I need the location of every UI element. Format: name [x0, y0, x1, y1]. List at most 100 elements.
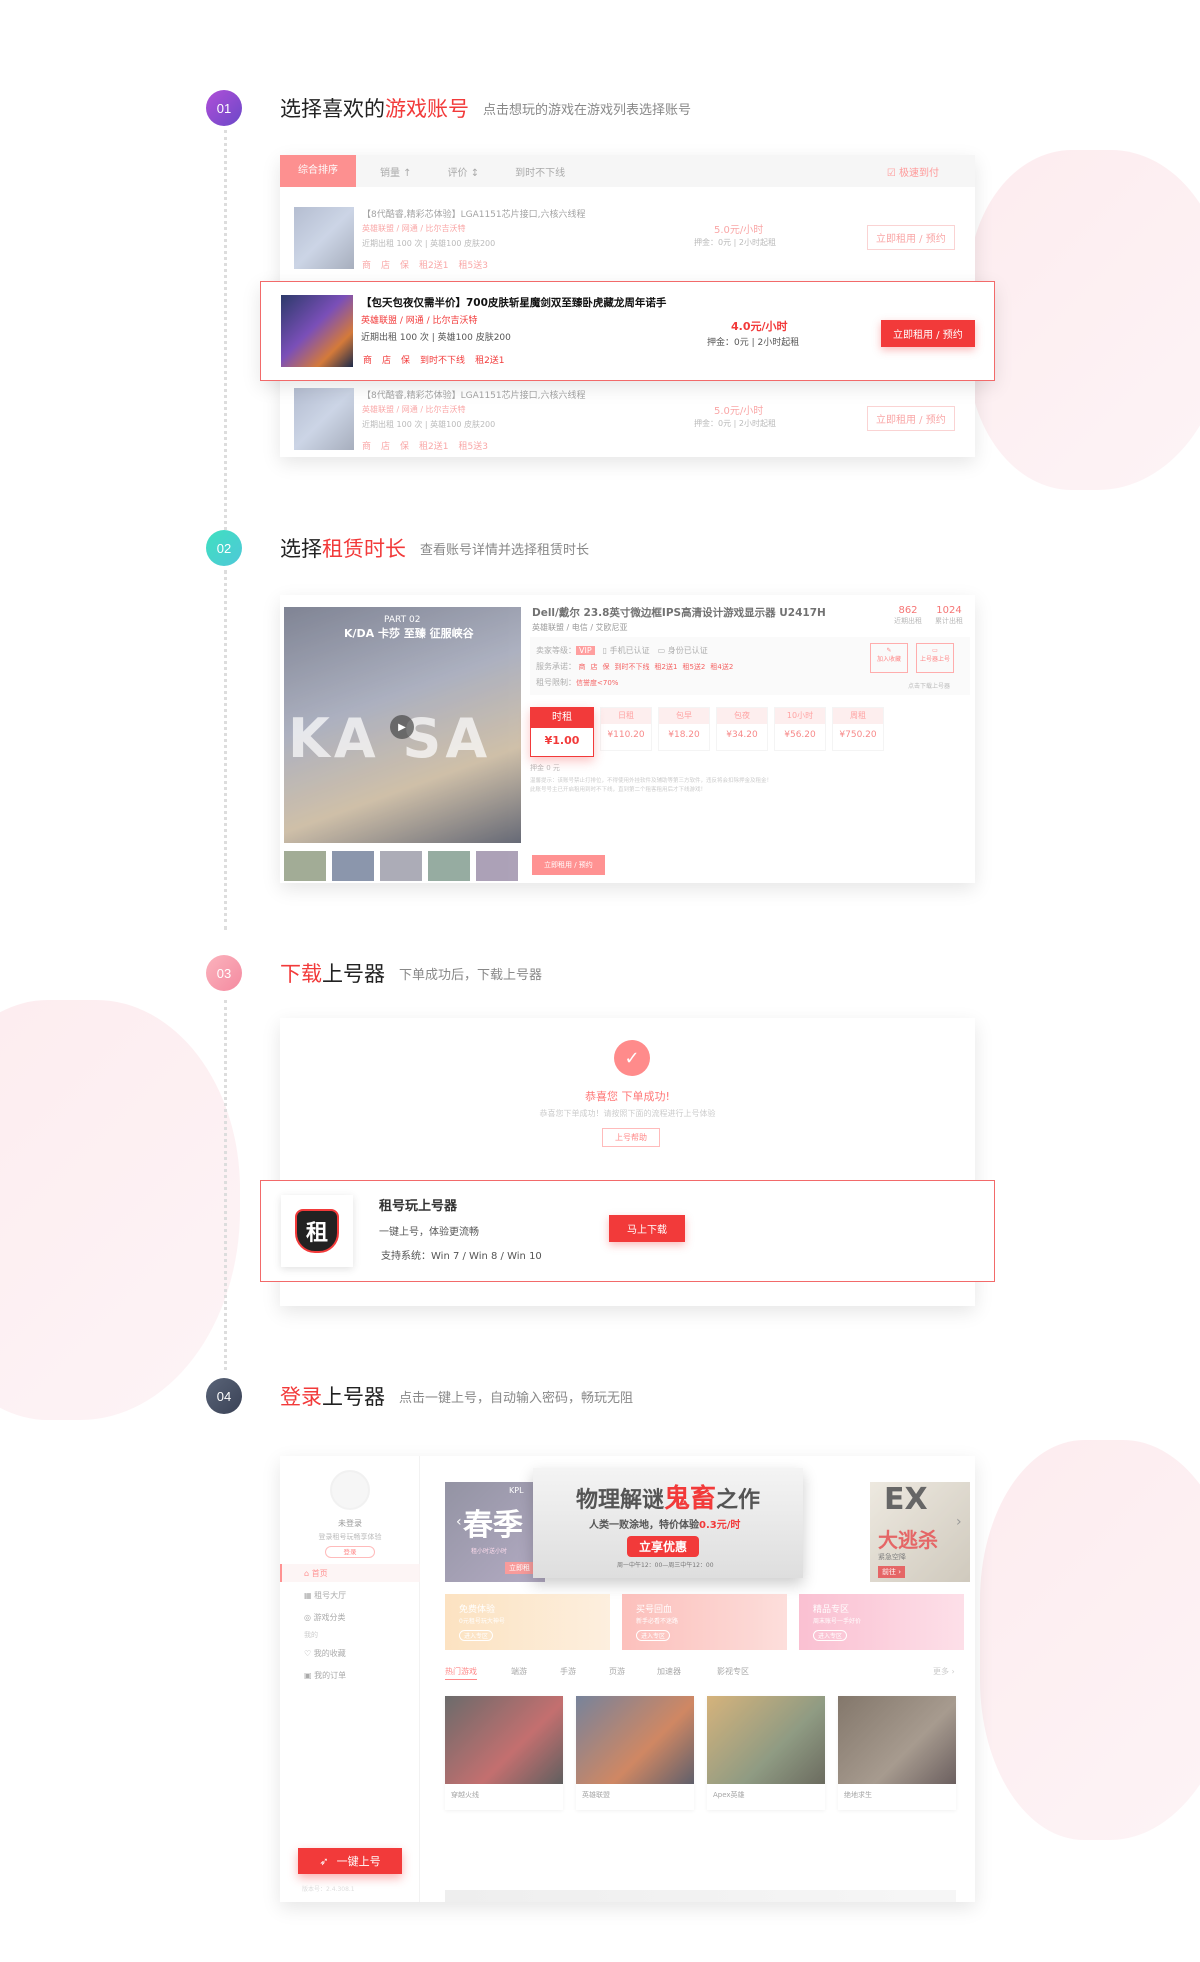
more-link[interactable]: 更多 › — [933, 1666, 955, 1677]
tips-text: 温馨提示：该账号禁止打排位，不得使用外挂软件及辅助等第三方软件，违反将会扣除押金… — [530, 778, 773, 793]
app-name: 租号玩上号器 — [379, 1199, 458, 1214]
logo-shield-icon: 租 — [295, 1209, 339, 1253]
item-deposit: 押金：0元 | 2小时起租 — [694, 238, 776, 247]
nav-orders[interactable]: ▣ 我的订单 — [304, 1670, 346, 1681]
promo-card-3[interactable]: 精品专区 周末账号一手好价 进入专区 — [799, 1594, 964, 1650]
step-1-header: 01 选择喜欢的游戏账号 点击想玩的游戏在游戏列表选择账号 — [206, 90, 691, 126]
monitor-icon: ▭ — [932, 647, 938, 654]
step-4-number: 04 — [206, 1378, 242, 1414]
sort-tab-online[interactable]: 到时不下线 — [515, 164, 565, 179]
one-click-launch-button[interactable]: ➶ 一键上号 — [298, 1848, 402, 1874]
game-cover — [445, 1696, 563, 1784]
tab-pc[interactable]: 端游 — [511, 1666, 527, 1677]
vip-badge: VIP — [576, 646, 595, 655]
step-3-number: 03 — [206, 955, 242, 991]
step-3-subtitle: 下单成功后，下载上号器 — [399, 967, 543, 983]
step-4-subtitle: 点击一键上号，自动输入密码，畅玩无阻 — [399, 1390, 634, 1406]
thumbnail[interactable] — [284, 851, 326, 881]
stat-total: 1024 累计出租 — [935, 605, 963, 625]
game-cover — [707, 1696, 825, 1784]
nav-home[interactable]: ⌂ 首页 — [280, 1564, 420, 1582]
step-1-subtitle: 点击想玩的游戏在游戏列表选择账号 — [483, 102, 692, 118]
price-option-hourly[interactable]: 时租 ¥1.00 — [530, 707, 594, 757]
rocket-icon: ➶ — [319, 1854, 329, 1868]
nav-hall[interactable]: ▦ 租号大厅 — [304, 1590, 346, 1601]
item-tags: 商店保租2送1 租5送3 — [362, 442, 488, 452]
banner-prev-icon[interactable]: ‹ — [456, 1514, 462, 1530]
nav-favorites[interactable]: ♡ 我的收藏 — [304, 1648, 346, 1659]
play-icon[interactable]: ▶ — [390, 715, 414, 739]
sort-tab-sales[interactable]: 销量 ↑ — [380, 164, 412, 179]
list-item-highlighted[interactable]: 【包天包夜仅需半价】700皮肤斩星魔剑双至臻卧虎藏龙周年诺手 英雄联盟 / 网通… — [260, 281, 995, 381]
tab-video[interactable]: 影视专区 — [717, 1666, 749, 1677]
banner-center[interactable]: 物理解谜鬼畜之作 人类一败涂地，特价体验0.3元/时 立享优惠 周一中午12：0… — [533, 1468, 803, 1578]
thumbnail[interactable] — [476, 851, 518, 881]
promo-card-2[interactable]: 买号回血 新手必看不迷路 进入专区 — [622, 1594, 787, 1650]
account-detail-card: PART 02 K/DA 卡莎 至臻 征服峡谷 KA SA ▶ Dell/戴尔 … — [280, 595, 975, 883]
game-tile[interactable]: Apex英雄 — [707, 1696, 825, 1810]
version-text: 版本号：2.4.308.1 — [302, 1886, 355, 1893]
home-icon: ⌂ — [304, 1569, 312, 1578]
nav-category[interactable]: ◎ 游戏分类 — [304, 1612, 346, 1623]
list-item-faded-bottom[interactable]: 【8代酷睿,精彩芯体验】LGA1151芯片接口,六核六线程 英雄联盟 / 网通 … — [294, 388, 964, 452]
success-subtitle: 恭喜您下单成功！请按照下面的流程进行上号体验 — [539, 1109, 716, 1118]
step-2-header: 02 选择租赁时长 查看账号详情并选择租赁时长 — [206, 530, 589, 566]
banner-next-icon[interactable]: › — [956, 1514, 962, 1530]
avatar[interactable] — [330, 1470, 370, 1510]
promo-card-1[interactable]: 免费体验 0元租号玩大神号 进入专区 — [445, 1594, 610, 1650]
banner-text-bg: KA SA — [288, 707, 492, 770]
nav-mine-label: 我的 — [304, 1631, 318, 1639]
game-tile[interactable]: 绝地求生 — [838, 1696, 956, 1810]
banner-left[interactable]: KPL 春季 租小时送小时 立即租 — [445, 1482, 545, 1582]
sort-bar: 综合排序 销量 ↑ 评价 ↕ 到时不下线 ☑ 极速到付 — [280, 155, 975, 187]
banner-right[interactable]: EX 大逃杀 紧急空降 前往 › — [870, 1482, 970, 1582]
id-icon: ▭ — [657, 646, 668, 655]
tab-web[interactable]: 页游 — [609, 1666, 625, 1677]
thumbnail[interactable] — [428, 851, 470, 881]
rent-button[interactable]: 立即租用 / 预约 — [867, 225, 955, 250]
banner-part: PART 02 — [384, 615, 421, 625]
user-status: 未登录 — [338, 1519, 362, 1528]
price-option[interactable]: 日租 ¥110.20 — [600, 707, 652, 751]
download-now-button[interactable]: 马上下载 — [609, 1215, 685, 1242]
sort-tab-default[interactable]: 综合排序 — [280, 155, 356, 187]
list-item-faded-top[interactable]: 【8代酷睿,精彩芯体验】LGA1151芯片接口,六核六线程 英雄联盟 / 网通 … — [294, 207, 964, 271]
price-option[interactable]: 周租 ¥750.20 — [832, 707, 884, 751]
thumbnail-strip — [284, 851, 518, 881]
login-button[interactable]: 登录 — [325, 1546, 375, 1558]
sort-tab-rating[interactable]: 评价 ↕ — [448, 164, 480, 179]
app-desc: 一键上号，体验更流畅 — [379, 1227, 479, 1238]
rent-button[interactable]: 立即租用 / 预约 — [881, 320, 975, 347]
item-game: 英雄联盟 / 网通 / 比尔吉沃特 — [361, 316, 478, 326]
item-thumb — [281, 295, 353, 367]
banner-center-sub: 人类一败涂地，特价体验0.3元/时 — [589, 1520, 741, 1531]
tab-hot[interactable]: 热门游戏 — [445, 1666, 477, 1680]
tab-accelerator[interactable]: 加速器 — [657, 1666, 681, 1677]
game-tile[interactable]: 穿越火线 — [445, 1696, 563, 1810]
favorite-button[interactable]: ✎ 加入收藏 — [870, 643, 908, 673]
item-game: 英雄联盟 / 网通 / 比尔吉沃特 — [362, 405, 466, 414]
onboard-button[interactable]: ▭ 上号器上号 — [916, 643, 954, 673]
help-button[interactable]: 上号帮助 — [602, 1128, 660, 1147]
price-option[interactable]: 包早 ¥18.20 — [658, 707, 710, 751]
detail-info-panel: 卖家等级： VIP ▯ 手机已认证 ▭ 身份已认证 服务承诺： 商店保到时不下线 租2送… — [530, 637, 970, 695]
item-title: 【8代酷睿,精彩芯体验】LGA1151芯片接口,六核六线程 — [362, 391, 586, 401]
thumbnail[interactable] — [380, 851, 422, 881]
thumbnail[interactable] — [332, 851, 374, 881]
banner-center-button[interactable]: 立享优惠 — [627, 1536, 700, 1557]
step-3-header: 03 下载上号器 下单成功后，下载上号器 — [206, 955, 542, 991]
grid-icon: ▦ — [304, 1591, 315, 1600]
fast-pay-checkbox[interactable]: ☑ 极速到付 — [887, 164, 939, 179]
app-sys: 支持系统：Win 7 / Win 8 / Win 10 — [381, 1251, 542, 1262]
item-price: 5.0元/小时 — [714, 225, 764, 236]
price-option[interactable]: 包夜 ¥34.20 — [716, 707, 768, 751]
rent-now-button[interactable]: 立即租用 / 预约 — [532, 855, 605, 875]
step-2-title: 选择租赁时长 — [280, 538, 406, 561]
rent-button[interactable]: 立即租用 / 预约 — [867, 406, 955, 431]
item-price: 4.0元/小时 — [731, 320, 788, 333]
price-option[interactable]: 10小时 ¥56.20 — [774, 707, 826, 751]
tab-mobile[interactable]: 手游 — [560, 1666, 576, 1677]
game-tile[interactable]: 英雄联盟 — [576, 1696, 694, 1810]
edit-icon: ✎ — [886, 647, 892, 654]
item-tags: 商店保租2送1 租5送3 — [362, 261, 488, 271]
